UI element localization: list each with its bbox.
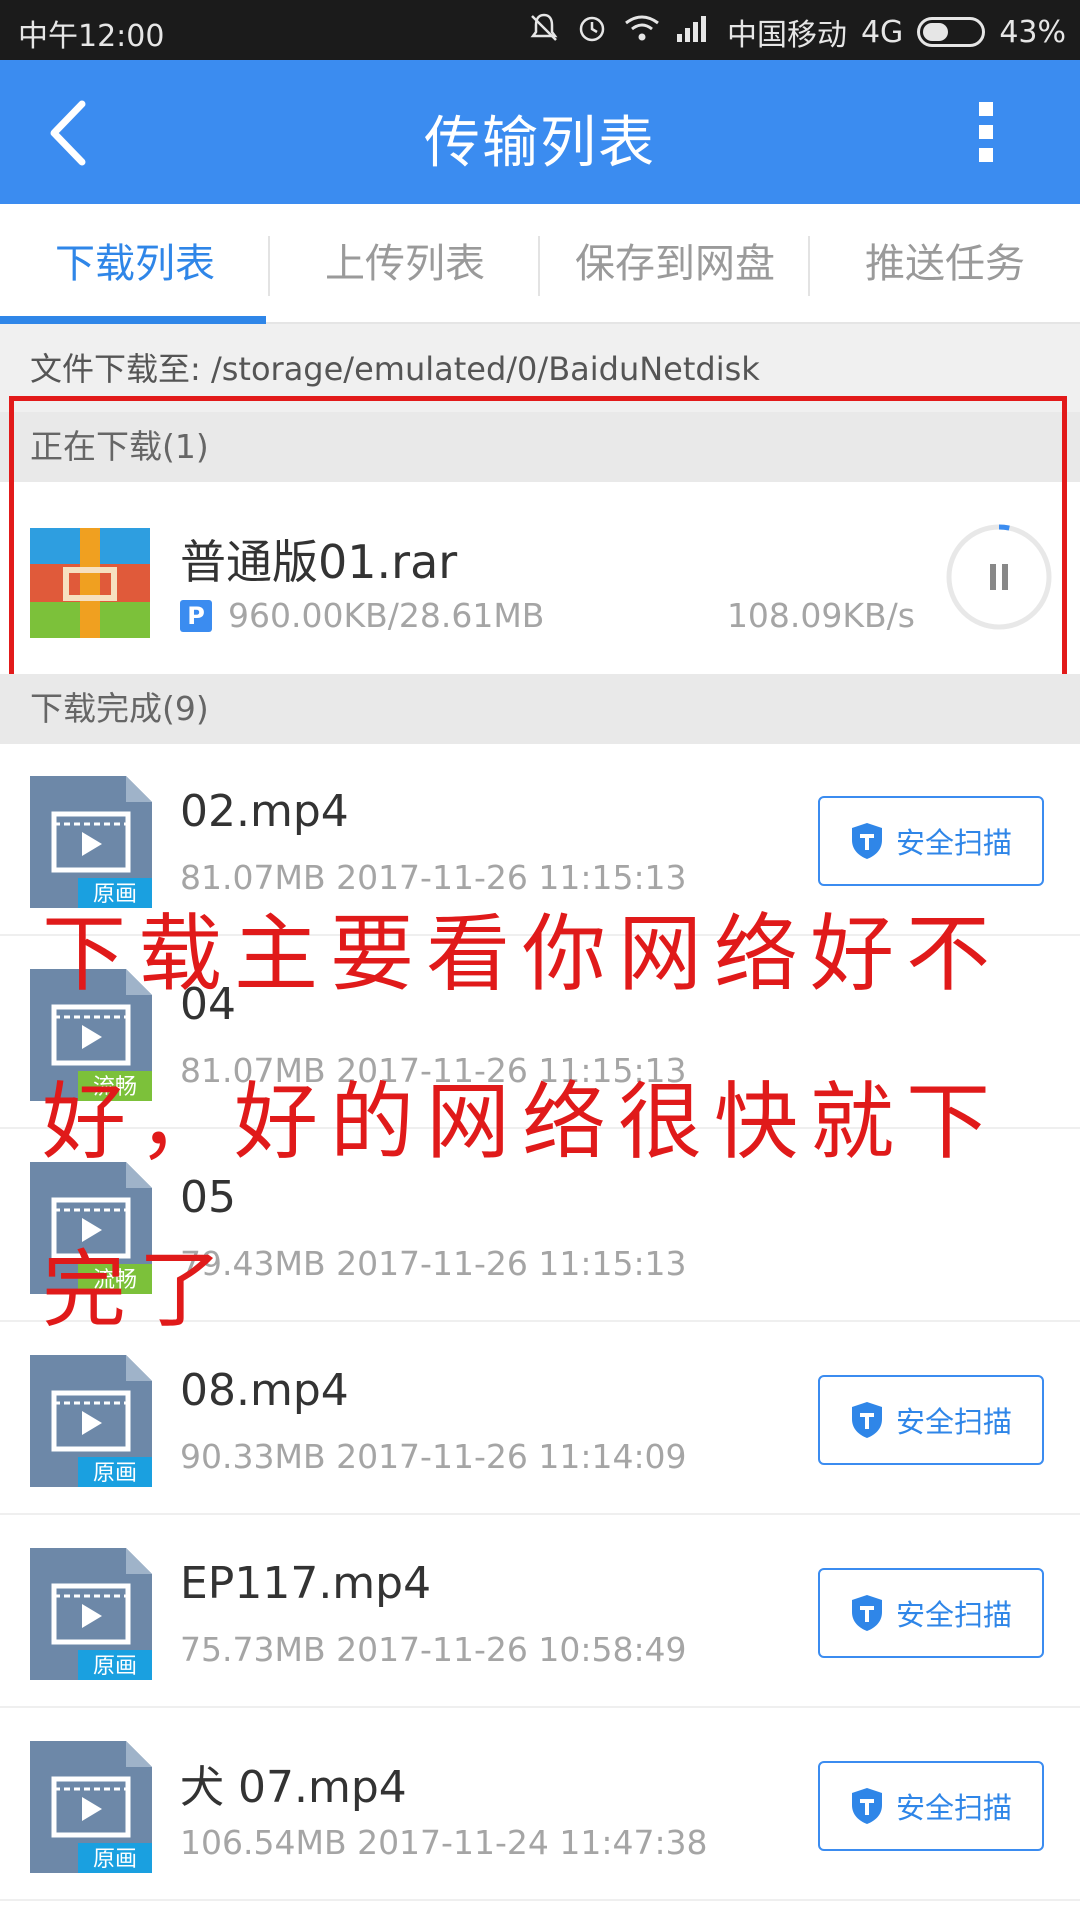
tab-download-list[interactable]: 下载列表 <box>0 204 270 324</box>
carrier-label: 中国移动 <box>726 18 847 53</box>
quality-tag: 原画 <box>93 1847 137 1872</box>
file-meta: 81.07MB 2017-11-26 11:15:13 <box>180 858 687 897</box>
completed-section-header: 下载完成(9) <box>0 674 1080 744</box>
security-scan-label: 安全扫描 <box>895 1791 1012 1825</box>
page-title: 传输列表 <box>424 111 656 176</box>
alarm-icon <box>575 11 609 53</box>
network-label: 4G <box>860 14 904 50</box>
file-meta: 106.54MB 2017-11-24 11:47:38 <box>180 1823 708 1862</box>
app-header: 传输列表 <box>0 60 1080 204</box>
shield-icon <box>851 1402 882 1438</box>
file-name: 02.mp4 <box>180 786 349 837</box>
quality-tag: 流畅 <box>93 1075 137 1100</box>
file-name: 犬 07.mp4 <box>180 1762 407 1813</box>
more-vertical-icon <box>979 102 993 162</box>
file-meta: 79.43MB 2017-11-26 11:15:13 <box>180 1244 687 1283</box>
active-tab-indicator <box>0 316 266 324</box>
security-scan-label: 安全扫描 <box>895 1598 1012 1632</box>
p-badge-icon: P <box>180 600 212 632</box>
file-row[interactable]: 原画 08.mp4 90.33MB 2017-11-26 11:14:09 安全扫描 <box>0 1323 1080 1515</box>
shield-icon <box>851 1788 882 1824</box>
video-file-icon: 流畅 <box>30 969 152 1101</box>
tab-bar: 下载列表 上传列表 保存到网盘 推送任务 <box>0 204 1080 324</box>
downloading-section-header: 正在下载(1) <box>0 412 1080 482</box>
shield-icon <box>851 823 882 859</box>
security-scan-label: 安全扫描 <box>895 826 1012 860</box>
file-meta: 81.07MB 2017-11-26 11:15:13 <box>180 1051 687 1090</box>
video-file-icon: 原画 <box>30 776 152 908</box>
file-name: 04 <box>180 979 236 1030</box>
video-file-icon: 原画 <box>30 1355 152 1487</box>
security-scan-button[interactable]: 安全扫描 <box>818 1375 1044 1465</box>
file-row[interactable]: 流畅 05 79.43MB 2017-11-26 11:15:13 <box>0 1130 1080 1322</box>
file-row[interactable]: 原画 02.mp4 81.07MB 2017-11-26 11:15:13 安全扫描 <box>0 744 1080 936</box>
pause-icon <box>946 524 1052 630</box>
security-scan-button[interactable]: 安全扫描 <box>818 796 1044 886</box>
download-progress: 960.00KB/28.61MB <box>228 596 545 635</box>
file-row[interactable]: 原画 EP117.mp4 75.73MB 2017-11-26 10:58:49 安全… <box>0 1516 1080 1708</box>
battery-label: 43% <box>999 14 1066 50</box>
video-file-icon: 流畅 <box>30 1162 152 1294</box>
file-meta: 75.73MB 2017-11-26 10:58:49 <box>180 1630 687 1669</box>
video-file-icon: 原画 <box>30 1741 152 1873</box>
shield-icon <box>851 1595 882 1631</box>
tab-push-tasks[interactable]: 推送任务 <box>810 204 1080 324</box>
downloading-item[interactable]: 普通版01.rar P 960.00KB/28.61MB 108.09KB/s <box>0 482 1080 674</box>
tab-save-to-disk[interactable]: 保存到网盘 <box>540 204 810 324</box>
status-right: 中国移动 4G 43% <box>527 10 1066 54</box>
file-name: EP117.mp4 <box>180 1558 432 1609</box>
file-name: 08.mp4 <box>180 1365 349 1416</box>
security-scan-label: 安全扫描 <box>895 1405 1012 1439</box>
status-bar: 中午12:00 中国移动 4G 43% <box>0 0 1080 60</box>
quality-tag: 原画 <box>93 1461 137 1486</box>
status-time: 中午12:00 <box>18 19 165 54</box>
more-menu-button[interactable] <box>976 100 996 164</box>
pause-button[interactable] <box>946 524 1052 630</box>
downloading-file-name: 普通版01.rar <box>180 535 458 589</box>
wifi-icon <box>623 13 661 51</box>
signal-icon <box>675 14 713 50</box>
video-file-icon: 原画 <box>30 1548 152 1680</box>
security-scan-button[interactable]: 安全扫描 <box>818 1761 1044 1851</box>
mute-icon <box>527 11 561 53</box>
file-name: 05 <box>180 1172 236 1223</box>
download-path: 文件下载至: /storage/emulated/0/BaiduNetdisk <box>0 324 1080 412</box>
battery-icon <box>917 17 986 47</box>
tab-upload-list[interactable]: 上传列表 <box>270 204 540 324</box>
download-speed: 108.09KB/s <box>726 596 915 635</box>
security-scan-button[interactable]: 安全扫描 <box>818 1568 1044 1658</box>
file-row[interactable]: 原画 犬 07.mp4 106.54MB 2017-11-24 11:47:38 安全… <box>0 1709 1080 1901</box>
file-meta: 90.33MB 2017-11-26 11:14:09 <box>180 1437 687 1476</box>
rar-archive-icon <box>30 528 150 638</box>
quality-tag: 原画 <box>93 882 137 907</box>
file-row[interactable]: 流畅 04 81.07MB 2017-11-26 11:15:13 <box>0 937 1080 1129</box>
quality-tag: 流畅 <box>93 1268 137 1293</box>
quality-tag: 原画 <box>93 1654 137 1679</box>
